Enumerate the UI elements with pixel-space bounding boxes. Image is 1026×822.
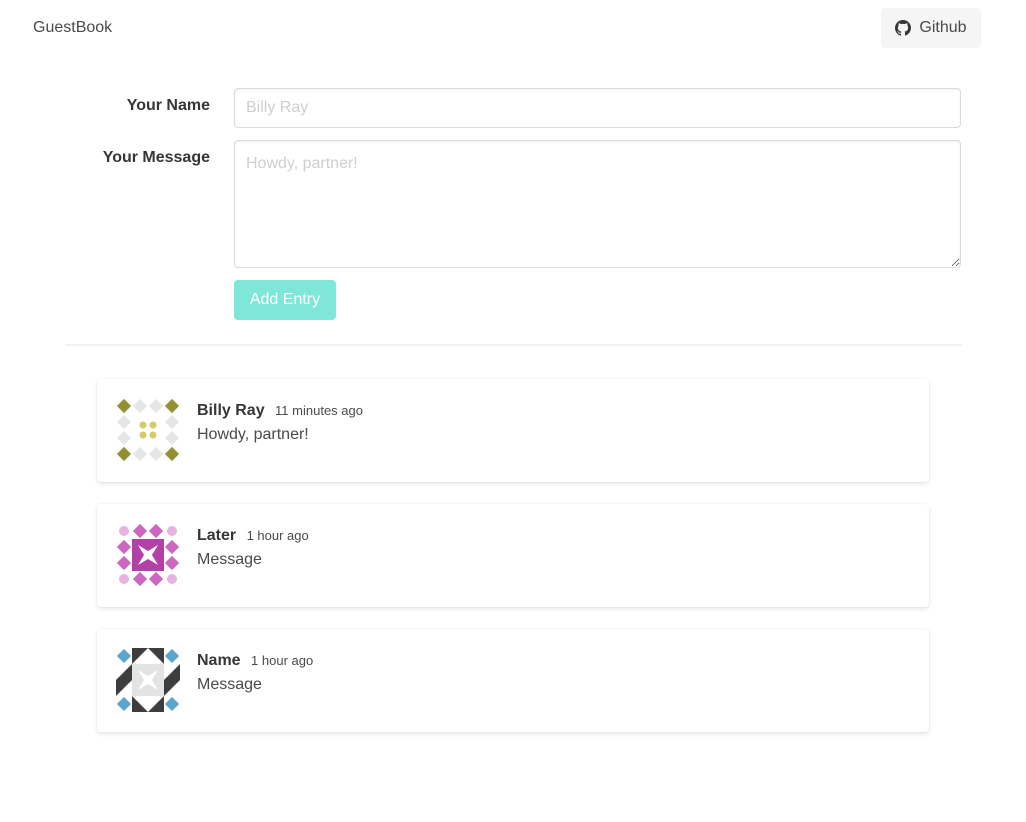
entry-author: Name — [197, 652, 241, 669]
brand-link[interactable]: GuestBook — [33, 18, 112, 38]
entry-header: Name 1 hour ago — [197, 651, 313, 671]
entry-message: Howdy, partner! — [197, 426, 309, 443]
guestbook-entry: Name 1 hour ago Message — [97, 629, 929, 732]
entry-author: Later — [197, 527, 237, 544]
entry-header: Later 1 hour ago — [197, 526, 309, 546]
entry-timestamp: 1 hour ago — [251, 653, 314, 668]
entry-header: Billy Ray 11 minutes ago — [197, 401, 363, 421]
guestbook-entry: Billy Ray 11 minutes ago Howdy, partner! — [97, 379, 929, 482]
name-label: Your Name — [126, 97, 210, 114]
identicon-blue-icon — [116, 648, 180, 712]
divider — [65, 344, 962, 346]
github-label: Github — [919, 19, 967, 36]
entry-author: Billy Ray — [197, 402, 265, 419]
identicon-olive-icon — [116, 398, 180, 462]
guestbook-entry: Later 1 hour ago Message — [97, 504, 929, 607]
navbar: GuestBook Github — [0, 0, 1026, 56]
message-textarea[interactable] — [234, 140, 961, 268]
name-input[interactable] — [234, 88, 961, 128]
entry-message: Message — [197, 676, 262, 693]
github-icon — [895, 20, 912, 36]
identicon-magenta-icon — [116, 523, 180, 587]
entry-timestamp: 11 minutes ago — [275, 403, 363, 418]
entry-message: Message — [197, 551, 262, 568]
add-entry-button[interactable]: Add Entry — [234, 280, 336, 320]
github-button[interactable]: Github — [881, 8, 981, 48]
entry-timestamp: 1 hour ago — [246, 528, 309, 543]
message-label: Your Message — [102, 149, 210, 166]
